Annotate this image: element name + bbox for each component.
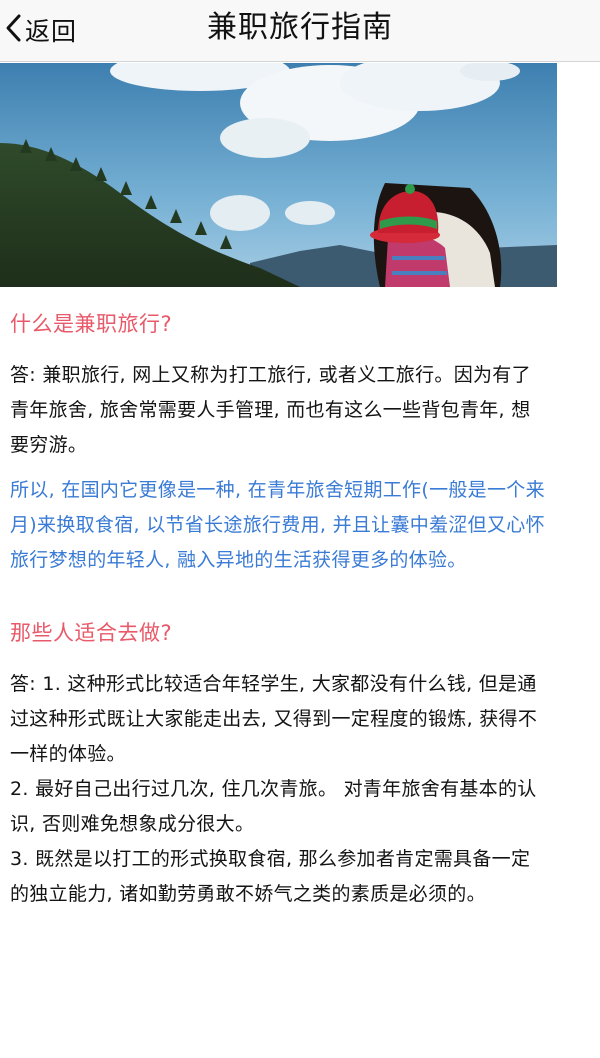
section-heading: 那些人适合去做? [10, 621, 173, 645]
section-answer: 答: 1. 这种形式比较适合年轻学生, 大家都没有什么钱, 但是通过这种形式既让… [10, 673, 538, 905]
article-content: 什么是兼职旅行? 答: 兼职旅行, 网上又称为打工旅行, 或者义工旅行。因为有了… [10, 287, 545, 912]
section-answer: 答: 兼职旅行, 网上又称为打工旅行, 或者义工旅行。因为有了青年旅舍, 旅舍常… [10, 364, 531, 456]
hero-image [0, 63, 557, 287]
section-note: 所以, 在国内它更像是一种, 在青年旅舍短期工作(一般是一个来月)来换取食宿, … [10, 479, 545, 571]
nav-bar: 返回 兼职旅行指南 [0, 0, 600, 62]
section-heading: 什么是兼职旅行? [10, 312, 173, 336]
page-title: 兼职旅行指南 [207, 10, 393, 45]
